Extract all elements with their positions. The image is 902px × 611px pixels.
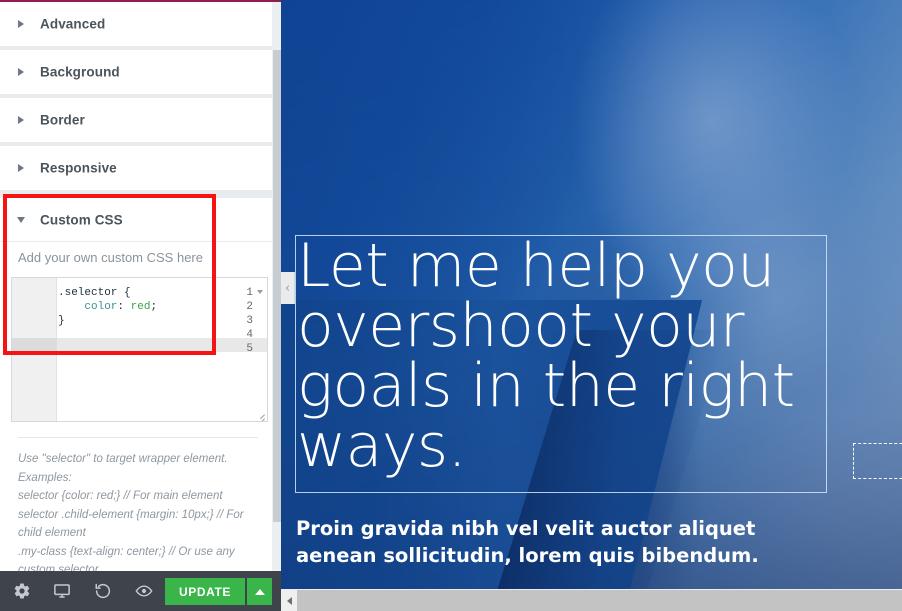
sidebar-item-label: Custom CSS: [40, 212, 123, 227]
custom-css-section: Custom CSS Add your own custom CSS here …: [0, 198, 272, 576]
chevron-left-icon: [286, 596, 292, 605]
sidebar-item-responsive[interactable]: Responsive: [0, 146, 272, 190]
chevron-down-icon: [17, 216, 25, 223]
sidebar-item-label: Responsive: [40, 160, 117, 176]
page-preview-canvas[interactable]: Let me help you overshoot your goals in …: [281, 0, 902, 611]
hero-heading[interactable]: Let me help you overshoot your goals in …: [297, 236, 813, 476]
scroll-left-arrow-button[interactable]: [281, 590, 297, 611]
sidebar-item-label: Border: [40, 112, 85, 128]
editor-line-number: 5: [246, 343, 253, 355]
hero-section: Let me help you overshoot your goals in …: [281, 0, 902, 589]
sidebar-item-border[interactable]: Border: [0, 98, 272, 142]
chevron-right-icon: [18, 68, 24, 76]
chevron-right-icon: [18, 20, 24, 28]
editor-line-number: 2: [246, 301, 253, 313]
custom-css-hint-label: Add your own custom CSS here: [18, 250, 203, 265]
code-fold-icon[interactable]: [257, 290, 263, 294]
chevron-right-icon: [18, 116, 24, 124]
hero-subtitle[interactable]: Proin gravida nibh vel velit auctor aliq…: [296, 515, 841, 569]
editor-active-line-gutter-highlight: [12, 338, 57, 352]
sidebar-item-label: Background: [40, 64, 120, 80]
gear-icon[interactable]: [13, 582, 31, 600]
preview-horizontal-scrollbar[interactable]: [281, 589, 902, 611]
editor-code-line: }: [58, 315, 65, 327]
scrollbar-thumb[interactable]: [273, 50, 281, 522]
chevron-right-icon: [18, 164, 24, 172]
editor-line-number: 4: [246, 329, 253, 341]
eye-icon[interactable]: [135, 582, 153, 600]
help-line: Examples:: [18, 471, 72, 484]
sidebar-item-advanced[interactable]: Advanced: [0, 2, 272, 46]
editor-line-number: 1: [246, 287, 253, 299]
section-divider: [18, 437, 258, 438]
editor-resize-grip[interactable]: [254, 409, 265, 421]
history-icon[interactable]: [94, 582, 112, 600]
widget-drop-placeholder[interactable]: [853, 443, 902, 479]
update-button[interactable]: UPDATE: [165, 578, 245, 605]
help-line: Use "selector" to target wrapper element…: [18, 453, 228, 465]
sidebar-item-custom-css[interactable]: Custom CSS: [0, 198, 272, 242]
custom-css-help-text: Use "selector" to target wrapper element…: [18, 450, 264, 580]
update-options-caret-button[interactable]: [247, 578, 272, 605]
editor-code-line: .selector {: [58, 287, 131, 299]
monitor-icon[interactable]: [53, 582, 71, 600]
settings-panel: Advanced Background Border Responsive Cu…: [0, 0, 281, 611]
help-line: selector .child-element {margin: 10px;} …: [18, 508, 244, 540]
editor-line-number: 3: [246, 315, 253, 327]
settings-panel-scroll-area: Advanced Background Border Responsive Cu…: [0, 2, 281, 576]
sidebar-item-label: Advanced: [40, 16, 106, 32]
sidebar-item-background[interactable]: Background: [0, 50, 272, 94]
editor-code-line: color: red;: [84, 301, 158, 313]
custom-css-code-editor[interactable]: 1 2 3 4 5 .selector { color: red; }: [11, 277, 268, 422]
caret-up-icon: [254, 588, 265, 595]
panel-collapse-handle[interactable]: ‹: [281, 272, 295, 304]
help-line: selector {color: red;} // For main eleme…: [18, 490, 223, 502]
page-builder-screen: Advanced Background Border Responsive Cu…: [0, 0, 902, 611]
settings-panel-scrollbar[interactable]: [272, 2, 281, 570]
